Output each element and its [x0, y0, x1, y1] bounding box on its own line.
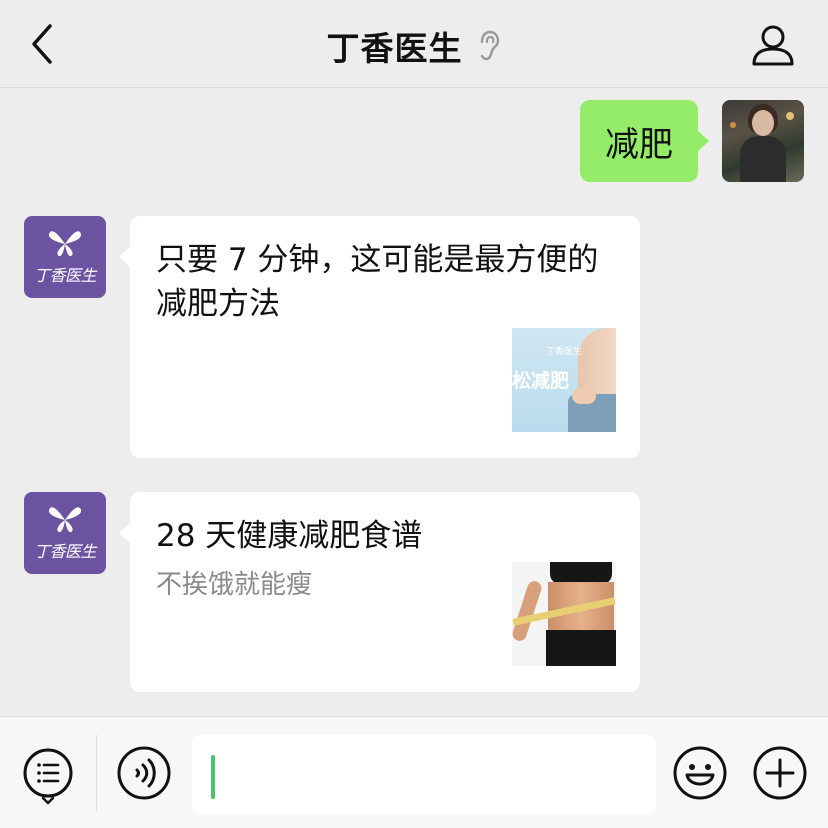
person-icon [752, 25, 794, 66]
chat-info-button[interactable] [750, 22, 796, 68]
thumbnail-text: 松减肥 [512, 370, 570, 392]
butterfly-logo-icon [48, 507, 82, 533]
menu-button[interactable] [20, 745, 76, 805]
thumbnail-logo-text: 丁香医生 [546, 347, 583, 357]
smiley-icon [673, 746, 727, 800]
title-area: 丁香医生 [0, 22, 828, 70]
dingxiang-avatar[interactable]: 丁香医生 [24, 216, 106, 298]
message-text: 减肥 [605, 124, 673, 165]
voice-button[interactable] [116, 745, 172, 801]
avatar-brand-text: 丁香医生 [33, 542, 97, 561]
emoji-button[interactable] [672, 745, 728, 801]
butterfly-logo-icon [48, 231, 82, 257]
my-avatar[interactable] [722, 100, 804, 182]
divider [96, 735, 97, 811]
message-input[interactable] [192, 735, 656, 815]
text-caret [211, 755, 215, 799]
my-message-bubble[interactable]: 减肥 [580, 100, 709, 182]
top-bar: 丁香医生 [0, 0, 828, 88]
ear-icon [480, 30, 499, 61]
message-list[interactable]: 减肥 丁香医生 只要 7 分钟，这可能是最方便的减肥方法 丁香医生 松减肥 丁香… [0, 88, 828, 716]
article-card[interactable]: 28 天健康减肥食谱 不挨饿就能瘦 [119, 492, 640, 692]
avatar-brand-text: 丁香医生 [33, 266, 97, 285]
dingxiang-avatar[interactable]: 丁香医生 [24, 492, 106, 574]
plus-icon [753, 746, 807, 800]
article-title: 28 天健康减肥食谱 [156, 518, 423, 554]
input-bar [0, 716, 828, 828]
article-title: 只要 7 分钟，这可能是最方便的减肥方法 [156, 242, 599, 322]
article-card[interactable]: 只要 7 分钟，这可能是最方便的减肥方法 丁香医生 松减肥 [119, 216, 640, 458]
article-thumbnail [512, 562, 616, 666]
voice-icon [117, 746, 171, 800]
chat-title: 丁香医生 [326, 29, 463, 68]
article-description: 不挨饿就能瘦 [156, 570, 313, 600]
list-menu-icon [23, 748, 73, 805]
article-thumbnail: 丁香医生 松减肥 [512, 328, 616, 432]
more-button[interactable] [752, 745, 808, 801]
